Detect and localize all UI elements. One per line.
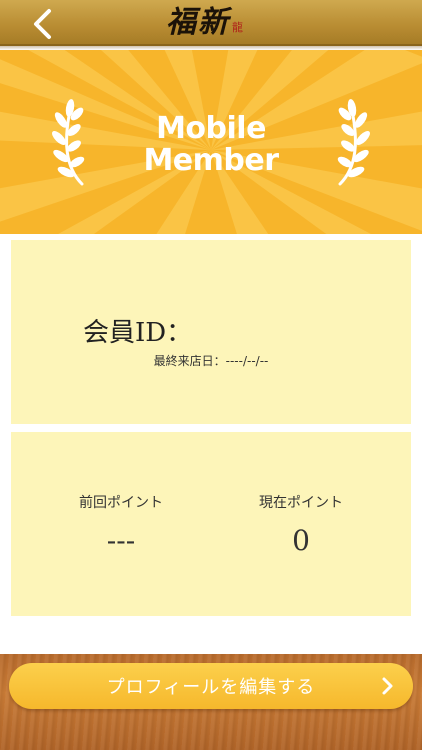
logo-seal: 龍 [232,21,243,34]
brand-logo: 福新 龍 [166,3,243,41]
last-visit-row: 最終来店日：----/--/-- [11,352,411,369]
previous-points-value: --- [106,524,136,557]
edit-profile-label: プロフィールを編集する [106,677,316,698]
last-visit-value: ----/--/-- [225,354,269,368]
last-visit-label: 最終来店日： [153,354,226,368]
chevron-right-icon [382,677,393,695]
previous-points-label: 前回ポイント [79,495,163,511]
points-card: 前回ポイント --- 現在ポイント 0 [11,432,411,616]
member-id-card: 会員ID： 最終来店日：----/--/-- [11,240,411,424]
banner-title-line1: Mobile [156,111,266,146]
logo-text: 福新 [166,5,230,40]
member-id-label: 会員ID： [83,318,193,348]
current-points-label: 現在ポイント [259,495,343,511]
app-header: 福新 龍 [0,0,422,50]
footer-bar: プロフィールを編集する [0,654,422,750]
current-points-value: 0 [292,524,310,557]
back-button[interactable] [24,6,60,42]
banner-title-line2: Member [143,143,279,178]
mobile-member-banner: Mobile Member [0,50,422,234]
edit-profile-button[interactable]: プロフィールを編集する [9,663,413,709]
chevron-left-icon [34,9,51,39]
